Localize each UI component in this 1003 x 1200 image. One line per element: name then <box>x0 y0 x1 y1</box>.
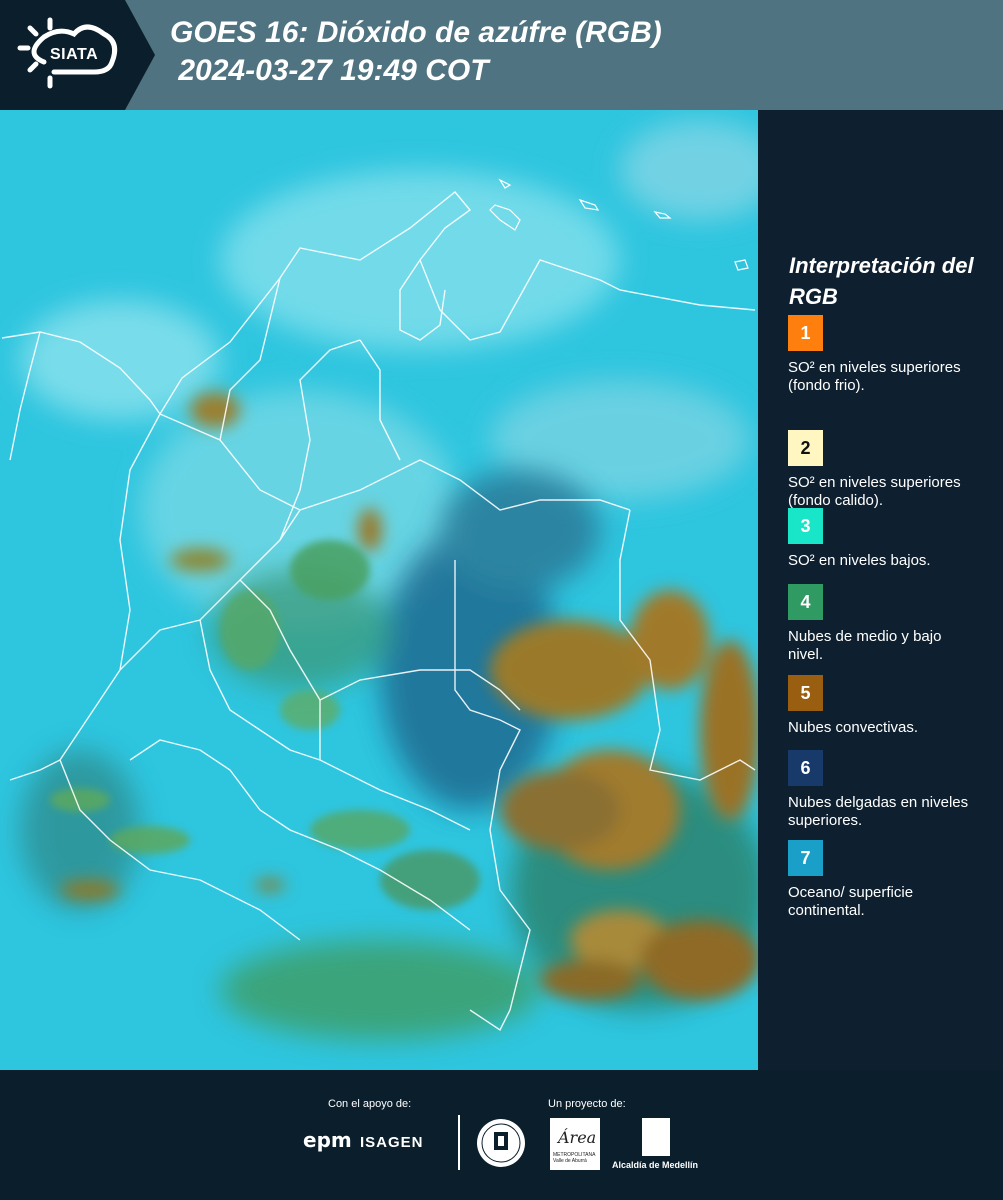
alcaldia-label: Alcaldía de Medellín <box>612 1160 699 1170</box>
rgb-satellite-image <box>0 110 758 1070</box>
legend-text: SO² en niveles bajos. <box>788 552 931 569</box>
medellin-seal-icon[interactable] <box>476 1118 526 1168</box>
legend-swatch: 1 <box>788 315 823 351</box>
legend-text: SO² en niveles superiores (fondo frio). <box>788 359 961 394</box>
satellite-map[interactable] <box>0 110 758 1070</box>
legend-item-6: 6 Nubes delgadas en niveles superiores. <box>788 750 988 830</box>
legend-swatch: 6 <box>788 750 823 786</box>
legend-text: Nubes de medio y bajo nivel. <box>788 628 942 663</box>
epm-logo[interactable]: epm <box>303 1128 352 1152</box>
legend-swatch: 4 <box>788 584 823 620</box>
legend-panel: Interpretación del RGB 1 SO² en niveles s… <box>758 110 1003 1070</box>
legend-item-7: 7 Oceano/ superficie continental. <box>788 840 988 920</box>
legend-title: Interpretación del RGB <box>789 253 974 309</box>
page-title: GOES 16: Dióxido de azúfre (RGB) 2024-03… <box>170 16 662 87</box>
logo-text: SIATA <box>50 46 99 63</box>
legend-item-3: 3 SO² en niveles bajos. <box>788 508 988 570</box>
siata-logo[interactable]: SIATA <box>0 0 155 110</box>
legend-text: Oceano/ superficie continental. <box>788 884 914 919</box>
legend-swatch: 3 <box>788 508 823 544</box>
legend-swatch: 5 <box>788 675 823 711</box>
alcaldia-emblem-icon[interactable] <box>642 1118 670 1156</box>
legend-item-2: 2 SO² en niveles superiores (fondo calido… <box>788 430 988 510</box>
legend-item-5: 5 Nubes convectivas. <box>788 675 988 737</box>
legend-text: Nubes convectivas. <box>788 719 919 736</box>
legend-text: Nubes delgadas en niveles superiores. <box>788 794 969 829</box>
legend-item-1: 1 SO² en niveles superiores (fondo frio). <box>788 315 988 395</box>
legend-text: SO² en niveles superiores (fondo calido)… <box>788 474 961 509</box>
footer: Con el apoyo de: Un proyecto de: epm ISA… <box>0 1070 1003 1200</box>
header-bar: SIATA GOES 16: Dióxido de azúfre (RGB) 2… <box>0 0 1003 110</box>
area-metropolitana-logo[interactable]: Área METROPOLITANA Valle de Aburrá <box>550 1118 600 1170</box>
isagen-logo[interactable]: ISAGEN <box>360 1134 424 1151</box>
legend-item-4: 4 Nubes de medio y bajo nivel. <box>788 584 988 664</box>
footer-divider <box>458 1115 460 1170</box>
legend-swatch: 7 <box>788 840 823 876</box>
area-logo-subtext: METROPOLITANA Valle de Aburrá <box>553 1152 596 1164</box>
support-label: Con el apoyo de: <box>328 1098 412 1110</box>
legend-swatch: 2 <box>788 430 823 466</box>
area-logo-text: Área <box>558 1128 597 1147</box>
project-label: Un proyecto de: <box>548 1098 626 1110</box>
